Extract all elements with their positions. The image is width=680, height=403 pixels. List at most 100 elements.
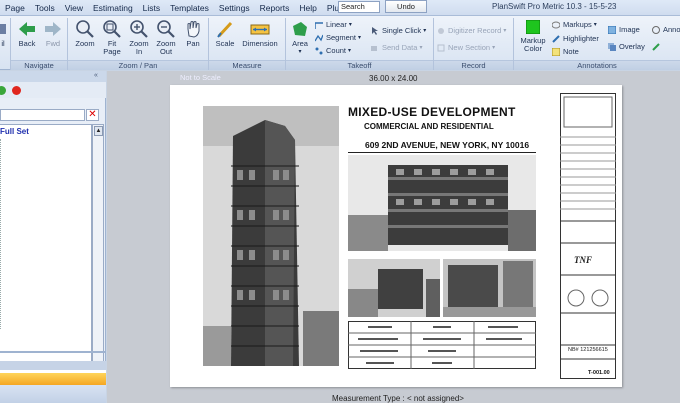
menu-bar: Page Tools View Estimating Lists Templat… [0,0,360,16]
group-label-record: Record [434,60,513,70]
menu-estimating[interactable]: Estimating [88,0,138,16]
menu-settings[interactable]: Settings [214,0,255,16]
page-size-label: 36.00 x 24.00 [369,74,418,83]
collapse-panel-button[interactable]: « [94,72,98,79]
scale-button[interactable]: Scale [212,20,238,48]
menu-tools[interactable]: Tools [30,0,60,16]
tree-root-item[interactable]: Full Set [0,127,29,136]
search-input[interactable]: Search [338,1,380,13]
menu-reports[interactable]: Reports [255,0,295,16]
color-swatch-icon [525,19,541,35]
active-tab-highlight[interactable] [0,373,106,385]
print-icon [0,20,7,38]
new-section-button[interactable]: New Section ▾ [437,42,495,53]
area-icon [291,20,309,38]
zoom-out-button[interactable]: Zoom Out [153,20,179,56]
undo-button[interactable]: Undo [385,0,427,13]
scale-icon [216,20,234,38]
markups-icon [551,21,561,29]
dimension-icon [249,20,271,38]
overlay-button[interactable]: Overlay [608,41,645,52]
menu-view[interactable]: View [60,0,88,16]
fit-page-icon [103,20,121,38]
sheet-title: MIXED-USE DEVELOPMENT [348,105,516,119]
menu-lists[interactable]: Lists [138,0,165,16]
ribbon: il Back Fwd Navigate Zoom Fit Page Zoom … [0,16,680,70]
tree-guide-lines [0,139,3,329]
zoom-button[interactable]: Zoom [72,20,98,48]
group-label-measure: Measure [209,60,285,70]
consultants-table [348,321,536,369]
tree-filter-input[interactable] [0,109,85,121]
note-icon [551,47,561,56]
back-button[interactable]: Back [14,20,40,48]
forward-arrow-icon [44,20,62,38]
group-label-takeoff: Takeoff [286,60,433,70]
segment-button[interactable]: Segment ▾ [314,32,361,43]
note-button[interactable]: Note [551,46,579,57]
annotation-button[interactable]: Anno [652,24,680,35]
pointer-icon [371,26,379,35]
image-button[interactable]: Image [607,24,640,35]
panel-tab-strip [0,361,106,370]
street-rendering-left [348,259,440,317]
clear-filter-button[interactable]: ✕ [86,109,99,121]
highlighter-icon [552,34,560,43]
plan-sheet[interactable]: MIXED-USE DEVELOPMENT COMMERCIAL AND RES… [170,85,622,387]
annotation-icon [652,25,660,34]
hand-icon [184,20,202,38]
dimension-button[interactable]: Dimension [240,20,280,48]
pencil-button[interactable] [652,41,663,52]
group-label-zoom-pan: Zoom / Pan [68,60,208,70]
not-to-scale-label: Not to Scale [180,73,221,82]
count-button[interactable]: Count ▾ [315,45,351,56]
menu-templates[interactable]: Templates [165,0,214,16]
pencil-icon [652,42,660,51]
linear-icon [314,21,323,29]
panel-splitter[interactable] [0,351,106,353]
scroll-up-arrow[interactable]: ▲ [94,126,103,136]
new-section-icon [437,44,445,52]
sheet-address: 609 2ND AVENUE, NEW YORK, NY 10016 [365,140,530,150]
tree-scrollbar[interactable]: ▲ ▼ [92,124,104,400]
address-underline [348,152,536,153]
left-panel-header: « [0,71,106,82]
pan-button[interactable]: Pan [181,20,205,48]
svg-text:TNF: TNF [574,255,592,265]
send-data-button[interactable]: Send Data ▾ [371,42,422,53]
group-label-annotations: Annotations [514,60,680,70]
zoom-out-icon [157,20,175,38]
zoom-in-button[interactable]: Zoom In [126,20,152,56]
tower-rendering [203,106,339,366]
send-data-icon [371,44,379,52]
single-click-button[interactable]: Single Click ▾ [371,25,426,36]
group-label-navigate: Navigate [11,60,67,70]
add-item-icon[interactable] [0,86,6,95]
drawing-canvas[interactable]: Not to Scale 36.00 x 24.00 MIXED-USE DEV… [107,71,680,403]
magnifier-icon [76,20,94,38]
menu-page[interactable]: Page [0,0,30,16]
fit-page-button[interactable]: Fit Page [99,20,125,56]
panel-footer [0,385,106,403]
zoom-in-icon [130,20,148,38]
digitizer-record-button[interactable]: Digitizer Record ▾ [437,25,506,36]
sheet-subtitle: COMMERCIAL AND RESIDENTIAL [364,122,494,131]
image-icon [607,25,617,34]
remove-item-icon[interactable] [12,86,21,95]
segment-icon [314,34,324,42]
measurement-type-label: Measurement Type : < not assigned> [332,394,464,403]
area-button[interactable]: Area ▾ [288,20,312,56]
area-dropdown-arrow: ▾ [298,49,302,55]
partial-left-button[interactable]: il [0,20,8,48]
markup-color-button[interactable]: Markup Color [516,19,550,53]
markups-button[interactable]: Markups ▾ [551,19,597,30]
highlighter-button[interactable]: Highlighter [552,33,599,44]
forward-button[interactable]: Fwd [40,20,66,48]
left-panel: « ✕ Full Set ▲ ▼ [0,71,106,403]
digitizer-icon [437,27,445,35]
linear-button[interactable]: Linear ▾ [314,19,352,30]
app-title: PlanSwift Pro Metric 10.3 - 15-5-23 [492,2,617,11]
takeoff-tree[interactable]: Full Set [0,124,92,399]
count-icon [315,47,323,55]
menu-help[interactable]: Help [294,0,321,16]
